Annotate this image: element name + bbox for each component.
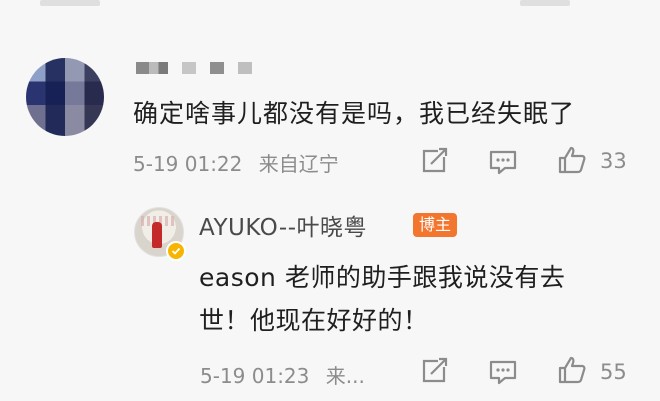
share-icon[interactable] [418, 355, 450, 387]
previous-comment-edge [0, 0, 660, 20]
comment-location: 来自辽宁 [258, 152, 339, 176]
verified-badge-icon [166, 241, 186, 261]
like-icon[interactable] [556, 354, 588, 386]
reply-date: 5-19 01:23 [200, 364, 310, 388]
like-icon[interactable] [556, 144, 588, 176]
blurred-text [40, 0, 100, 6]
blogger-badge: 博主 [413, 213, 458, 237]
blurred-text [520, 0, 570, 6]
reply-meta: 5-19 01:23 来... [200, 360, 365, 389]
reply-author-name[interactable]: AYUKO--叶晓粤 [199, 208, 367, 242]
comment-text: 确定啥事儿都没有是吗，我已经失眠了 [133, 99, 576, 128]
reply-text-line2: 世！他现在好好的！ [199, 306, 429, 335]
reply-text-line1: eason 老师的助手跟我说没有去 [199, 263, 566, 292]
comment-icon[interactable] [487, 356, 519, 388]
like-count: 55 [600, 360, 627, 384]
comment-date: 5-19 01:22 [133, 152, 243, 176]
comment-meta: 5-19 01:22 来自辽宁 [133, 148, 339, 177]
like-count: 33 [600, 149, 627, 173]
reply-location: 来... [325, 364, 365, 388]
share-icon[interactable] [418, 145, 450, 177]
comment-icon[interactable] [487, 146, 519, 178]
commenter-avatar-pixelated[interactable] [26, 58, 104, 136]
commenter-name-pixelated[interactable] [136, 62, 252, 76]
